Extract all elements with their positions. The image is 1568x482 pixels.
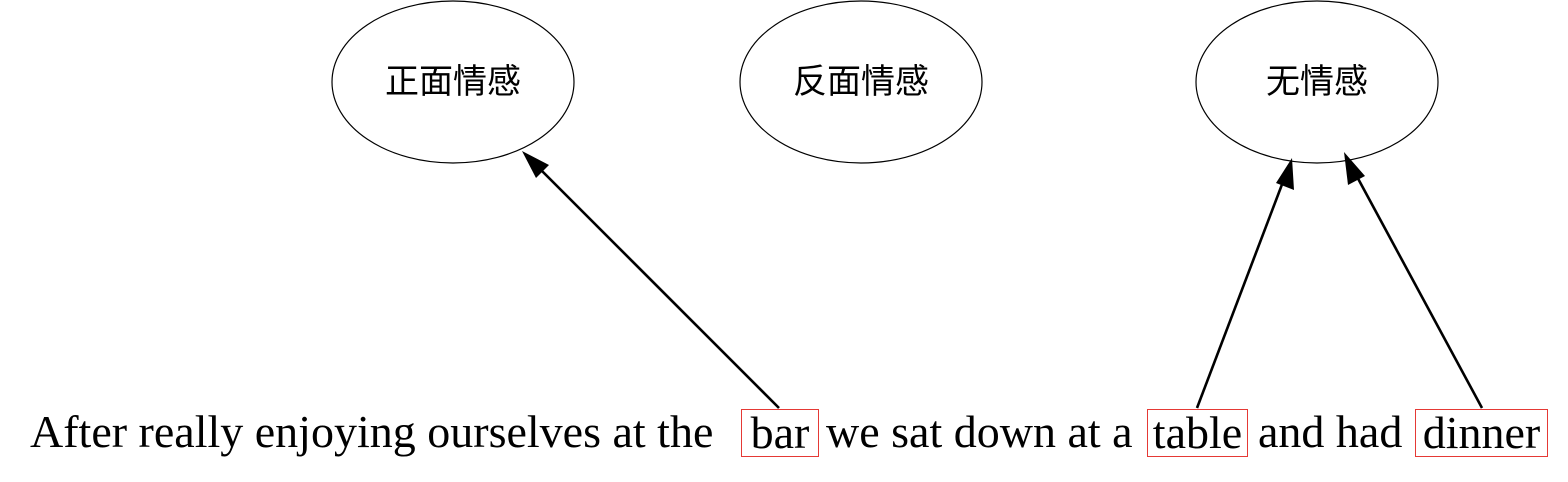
node-none-label: 无情感 xyxy=(1266,62,1368,102)
node-negative-sentiment: 反面情感 xyxy=(739,0,983,164)
node-no-sentiment: 无情感 xyxy=(1195,0,1439,164)
aspect-bar-box[interactable]: bar xyxy=(741,409,819,457)
edge-table-to-none xyxy=(1195,158,1294,409)
sentence-segment-3: and had xyxy=(1258,406,1403,457)
aspect-table-box[interactable]: table xyxy=(1147,409,1248,457)
node-negative-label: 反面情感 xyxy=(793,62,929,102)
node-positive-sentiment: 正面情感 xyxy=(331,0,575,164)
edge-dinner-to-none xyxy=(1344,152,1484,409)
aspect-dinner-box[interactable]: dinner xyxy=(1415,409,1548,457)
sentence-segment-2: we sat down at a xyxy=(826,406,1133,457)
sentence-segment-1: After really enjoying ourselves at the xyxy=(30,406,714,457)
node-positive-label: 正面情感 xyxy=(385,62,521,102)
edge-bar-to-positive xyxy=(522,151,780,409)
